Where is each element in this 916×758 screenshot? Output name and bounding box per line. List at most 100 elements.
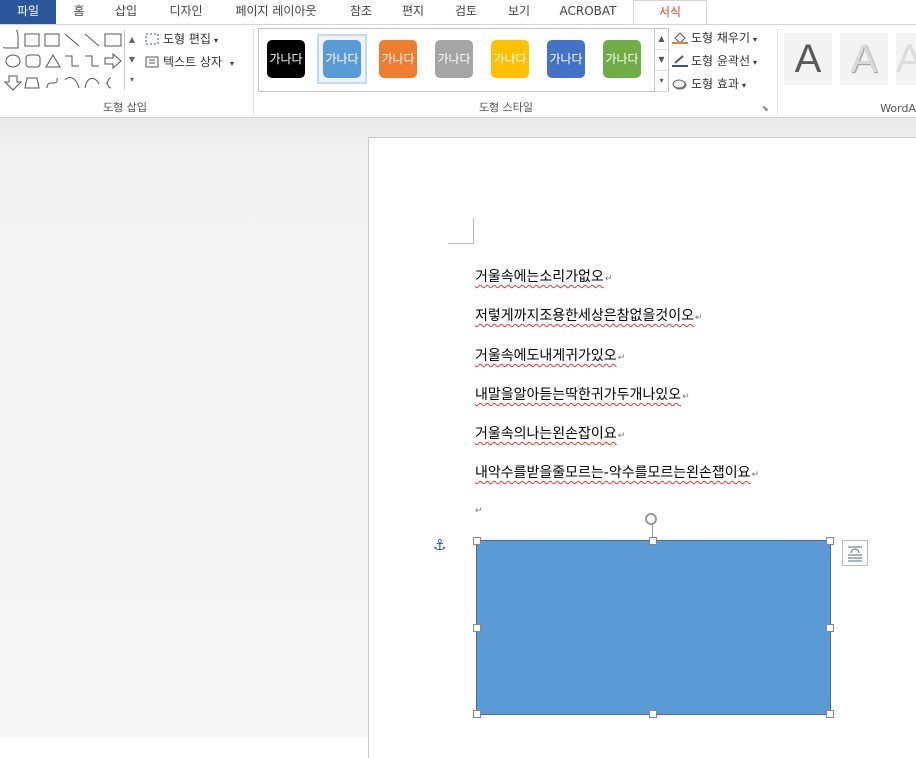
dialog-launcher-icon[interactable]: ⬊ (762, 104, 769, 113)
paragraph-mark: ↵ (617, 353, 626, 363)
paint-bucket-icon (672, 32, 688, 44)
shape-fill-label: 도형 채우기 (691, 31, 751, 45)
ribbon-tab-bar: 파일 홈 삽입 디자인 페이지 레이아웃 참조 편지 검토 보기 ACROBAT… (0, 0, 916, 25)
resize-handle-n[interactable] (649, 537, 657, 545)
style-preset-1[interactable]: 가나다 (267, 40, 305, 78)
triangle-shape-icon (45, 54, 61, 68)
shapes-gallery[interactable]: ▲ ▼ ▾ (0, 23, 139, 91)
dropdown-arrow-icon: ▾ (753, 58, 758, 67)
anchor-icon[interactable]: ⚓ (433, 536, 446, 554)
edit-shape-button[interactable]: 도형 편집 ▾ (145, 30, 218, 47)
text-line-5[interactable]: 거울속의나는왼손잡이요↵ (475, 423, 625, 443)
scroll-down-icon[interactable]: ▼ (655, 50, 668, 71)
style-preset-7[interactable]: 가나다 (603, 40, 641, 78)
text-line-3[interactable]: 거울속에도내게귀가있오↵ (475, 345, 625, 365)
text-line-2[interactable]: 저렇게까지조용한세상은참없을것이오↵ (475, 305, 703, 325)
dropdown-arrow-icon: ▾ (230, 59, 235, 68)
shape-effects-label: 도형 효과 (691, 77, 739, 91)
tab-view[interactable]: 보기 (497, 0, 541, 24)
freeform-shape-icon (24, 77, 40, 89)
shape-outline-label: 도형 윤곽선 (691, 54, 751, 68)
resize-handle-ne[interactable] (826, 537, 834, 545)
gallery-more-icon[interactable]: ▾ (655, 71, 668, 92)
brace-shape-icon (105, 77, 112, 89)
style-preset-3[interactable]: 가나다 (379, 40, 417, 78)
margin-corner-mark (448, 218, 474, 244)
shape-styles-gallery[interactable]: 가나다 가나다 가나다 가나다 가나다 가나다 가나다 ▲ ▼ ▾ (258, 28, 669, 92)
scroll-down-icon[interactable]: ▼ (125, 50, 139, 70)
tab-mailings[interactable]: 편지 (391, 0, 435, 24)
dropdown-arrow-icon: ▾ (213, 36, 218, 45)
edit-shape-icon (145, 33, 159, 45)
resize-handle-nw[interactable] (473, 537, 481, 545)
rotate-handle-icon[interactable] (645, 513, 657, 525)
wordart-style-3[interactable]: A (896, 33, 916, 85)
pen-icon (672, 55, 688, 67)
vertical-text-box-shape-icon (44, 33, 60, 47)
style-preset-2[interactable]: 가나다 (323, 40, 361, 78)
curve-shape-icon (84, 78, 100, 89)
text-line-1[interactable]: 거울속에는소리가없오↵ (475, 266, 612, 286)
down-arrow-shape-icon (3, 75, 23, 91)
resize-handle-sw[interactable] (473, 710, 481, 718)
shapes-gallery-icons (0, 23, 122, 91)
style-preset-4[interactable]: 가나다 (435, 40, 473, 78)
resize-handle-e[interactable] (826, 624, 834, 632)
wordart-style-2[interactable]: A (840, 33, 888, 85)
document-page[interactable]: 거울속에는소리가없오↵ 저렇게까지조용한세상은참없을것이오↵ 거울속에도내게귀가… (368, 137, 916, 758)
group-label-wordart: WordA (880, 102, 916, 115)
tab-file[interactable]: 파일 (0, 0, 56, 24)
line-text: 거울속에는소리가없오 (475, 269, 604, 285)
rectangle-shape-icon (104, 33, 122, 47)
dropdown-arrow-icon: ▾ (741, 81, 746, 90)
selected-rectangle-shape[interactable] (476, 540, 831, 715)
dropdown-arrow-icon: ▾ (753, 35, 758, 44)
empty-paragraph-mark[interactable]: ↵ (475, 506, 483, 516)
elbow-connector-icon (65, 55, 79, 67)
tab-review[interactable]: 검토 (444, 0, 488, 24)
paragraph-mark: ↵ (751, 470, 760, 480)
text-box-button[interactable]: 텍스트 상자 ▾ (145, 53, 234, 70)
shape-effects-icon (672, 78, 688, 90)
wordart-style-1[interactable]: A (784, 33, 832, 85)
style-preset-5[interactable]: 가나다 (491, 40, 529, 78)
layout-options-button[interactable] (842, 540, 868, 566)
tab-page-layout[interactable]: 페이지 레이아웃 (222, 0, 330, 24)
group-divider (253, 29, 254, 115)
group-divider (777, 29, 778, 115)
scribble-shape-icon (46, 77, 58, 89)
tab-home[interactable]: 홈 (59, 0, 99, 24)
line-shape-icon (64, 33, 80, 47)
line-text: 저렇게까지조용한세상은참없을것이오 (475, 308, 694, 324)
line-text: 거울속의나는왼손잡이요 (475, 426, 617, 442)
tab-design[interactable]: 디자인 (158, 0, 214, 24)
paragraph-mark: ↵ (617, 431, 626, 441)
arc-shape-icon (64, 77, 80, 89)
group-label-shape-styles: 도형 스타일 (478, 101, 534, 114)
text-line-4[interactable]: 내말을알아듣는딱한귀가두개나있오↵ (475, 384, 690, 404)
text-box-label: 텍스트 상자 (163, 55, 223, 69)
gallery-more-icon[interactable]: ▾ (125, 70, 139, 90)
scroll-up-icon[interactable]: ▲ (655, 29, 668, 50)
paragraph-mark: ↵ (682, 392, 690, 402)
styles-gallery-scroll[interactable]: ▲ ▼ ▾ (654, 29, 668, 92)
line-text: 내악수를받을줄모르는-악수를모르는왼손잽이요 (475, 465, 751, 481)
resize-handle-w[interactable] (473, 624, 481, 632)
text-box-icon (145, 56, 159, 68)
text-line-6[interactable]: 내악수를받을줄모르는-악수를모르는왼손잽이요↵ (475, 462, 759, 482)
pie-shape-icon (0, 23, 19, 49)
tab-references[interactable]: 참조 (339, 0, 383, 24)
style-preset-6[interactable]: 가나다 (547, 40, 585, 78)
scroll-up-icon[interactable]: ▲ (125, 30, 139, 50)
resize-handle-se[interactable] (826, 710, 834, 718)
shape-fill-button[interactable]: 도형 채우기 ▾ (672, 29, 757, 46)
tab-acrobat[interactable]: ACROBAT (555, 0, 621, 24)
tab-insert[interactable]: 삽입 (104, 0, 148, 24)
arrow-line-shape-icon (84, 33, 100, 47)
edit-shape-label: 도형 편집 (163, 32, 211, 46)
shape-outline-button[interactable]: 도형 윤곽선 ▾ (672, 52, 757, 69)
shapes-gallery-scroll[interactable]: ▲ ▼ ▾ (124, 30, 139, 90)
shape-effects-button[interactable]: 도형 효과 ▾ (672, 75, 746, 92)
tab-format[interactable]: 서식 (633, 0, 707, 24)
resize-handle-s[interactable] (649, 710, 657, 718)
